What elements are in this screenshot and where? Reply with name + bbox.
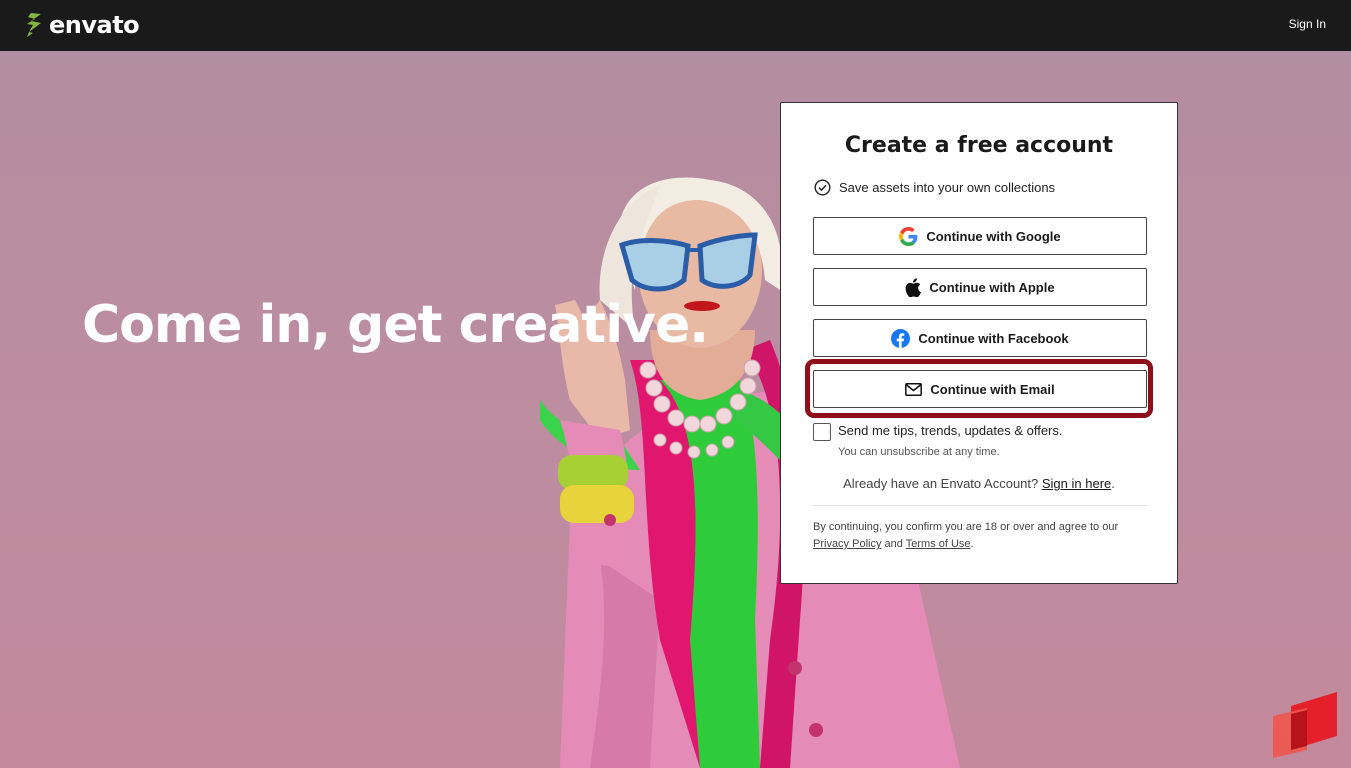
card-divider <box>813 505 1147 506</box>
sign-in-here-link[interactable]: Sign in here <box>1042 476 1111 491</box>
sign-in-link[interactable]: Sign In <box>1289 17 1326 31</box>
terms-of-use-link[interactable]: Terms of Use <box>906 538 971 550</box>
legal-suffix: . <box>970 538 974 550</box>
check-circle-icon <box>814 179 831 196</box>
envato-leaf-icon <box>27 13 41 37</box>
marketing-optin: Send me tips, trends, updates & offers. <box>813 422 1063 441</box>
google-g-icon <box>899 226 918 246</box>
unsubscribe-note: You can unsubscribe at any time. <box>838 446 1000 458</box>
legal-text: By continuing, you confirm you are 18 or… <box>813 519 1147 553</box>
hero-headline: Come in, get creative. <box>82 295 709 355</box>
red-logo-icon <box>1273 692 1337 758</box>
legal-prefix: By continuing, you confirm you are 18 or… <box>813 521 1119 533</box>
signup-card: Create a free account Save assets into y… <box>780 102 1178 584</box>
top-nav-bar: envato Sign In <box>0 0 1351 51</box>
apple-button-label: Continue with Apple <box>929 279 1055 295</box>
email-button-label: Continue with Email <box>930 381 1055 397</box>
envato-logo[interactable]: envato <box>25 10 140 40</box>
already-have-account: Already have an Envato Account? Sign in … <box>781 476 1177 491</box>
already-prefix: Already have an Envato Account? <box>843 476 1039 491</box>
legal-and: and <box>884 538 903 550</box>
google-button-label: Continue with Google <box>926 228 1061 244</box>
apple-icon <box>906 277 922 297</box>
benefit-text: Save assets into your own collections <box>839 180 1056 195</box>
continue-with-apple-button[interactable]: Continue with Apple <box>813 268 1147 306</box>
optin-label: Send me tips, trends, updates & offers. <box>838 423 1063 438</box>
already-suffix: . <box>1111 476 1115 491</box>
continue-with-google-button[interactable]: Continue with Google <box>813 217 1147 255</box>
facebook-icon <box>891 328 911 348</box>
marketing-optin-checkbox[interactable] <box>813 423 831 441</box>
facebook-button-label: Continue with Facebook <box>918 330 1069 346</box>
envelope-icon <box>905 382 923 396</box>
benefit-item: Save assets into your own collections <box>814 179 1055 196</box>
privacy-policy-link[interactable]: Privacy Policy <box>813 538 881 550</box>
logo-wordmark: envato <box>49 11 140 39</box>
continue-with-facebook-button[interactable]: Continue with Facebook <box>813 319 1147 357</box>
card-title: Create a free account <box>844 133 1114 158</box>
continue-with-email-button[interactable]: Continue with Email <box>813 370 1147 408</box>
